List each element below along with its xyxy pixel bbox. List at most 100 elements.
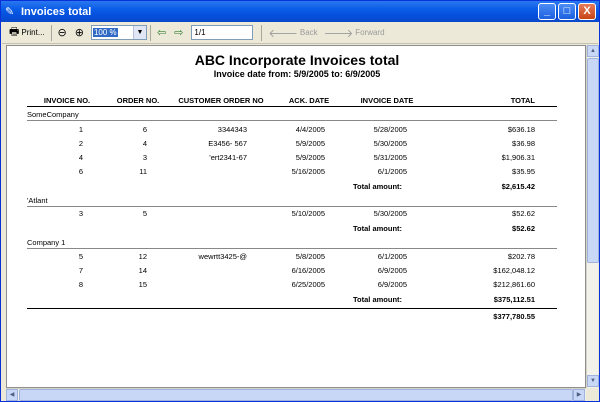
scroll-up-icon[interactable]: ▲ (587, 45, 599, 57)
invoice-date: 6/9/2005 (377, 280, 407, 289)
invoice-no: 5 (78, 252, 83, 261)
ack-date: 6/16/2005 (291, 266, 325, 275)
group-rule (27, 248, 557, 249)
zoom-select[interactable]: 100 % ▼ (90, 25, 147, 40)
toolbar: 🖶 Print... ⊖ ⊕ 100 % ▼ ⇦ ⇨ 1/1 🡐 Back 🡒 … (2, 22, 598, 44)
page-prev-icon: ⇦ (156, 27, 167, 39)
zoom-value: 100 % (92, 28, 118, 37)
maximize-button[interactable]: □ (558, 3, 576, 20)
ack-date: 5/9/2005 (295, 139, 325, 148)
total: $1,906.31 (501, 153, 535, 162)
invoice-date: 5/30/2005 (373, 209, 407, 218)
invoice-date: 6/1/2005 (377, 167, 407, 176)
total: $162,048.12 (493, 266, 535, 275)
invoice-date: 6/9/2005 (377, 266, 407, 275)
zoom-out-button[interactable]: ⊖ (55, 24, 72, 42)
group-total: $375,112.51 (493, 295, 535, 304)
column-header-total: TOTAL (510, 96, 535, 105)
header-rule (27, 106, 557, 107)
ack-date: 4/4/2005 (295, 125, 325, 134)
horizontal-scroll-thumb[interactable] (19, 389, 573, 401)
back-label: Back (299, 28, 318, 37)
forward-arrow-icon: 🡒 (323, 27, 354, 40)
back-arrow-icon: 🡐 (268, 27, 298, 40)
column-header-ack-date: ACK. DATE (288, 96, 330, 105)
customer-order-no: 'ert2341-67 (209, 153, 247, 162)
order-no: 14 (138, 266, 147, 275)
customer-order-no: wewrtt3425-@ (198, 252, 247, 261)
invoice-no: 6 (78, 167, 83, 176)
invoice-no: 4 (78, 153, 83, 162)
column-header-invoice-no: INVOICE NO. (43, 96, 91, 105)
invoice-date: 5/31/2005 (373, 153, 407, 162)
group-name: 'Atlant (27, 196, 48, 205)
order-no: 15 (138, 280, 147, 289)
invoice-no: 3 (78, 209, 83, 218)
total: $52.62 (512, 209, 535, 218)
scroll-down-icon[interactable]: ▼ (587, 375, 599, 387)
minimize-button[interactable]: _ (538, 3, 556, 20)
grand-total: $377,780.55 (493, 312, 535, 321)
ack-date: 5/9/2005 (295, 153, 325, 162)
grand-total-rule (27, 308, 557, 309)
group-total: $2,615.42 (501, 182, 535, 191)
zoom-in-button[interactable]: ⊕ (72, 24, 89, 42)
total: $202.78 (507, 252, 535, 261)
resize-grip[interactable] (586, 388, 598, 400)
group-name: SomeCompany (27, 110, 79, 119)
toolbar-separator (261, 24, 263, 41)
group-rule (27, 120, 557, 121)
group-total: $52.62 (512, 224, 535, 233)
zoom-out-icon: ⊖ (57, 27, 67, 39)
group-total-label: Total amount: (353, 182, 403, 191)
order-no: 11 (139, 167, 147, 176)
invoice-date: 5/28/2005 (373, 125, 407, 134)
next-page-button[interactable]: ⇨ (171, 24, 188, 42)
vertical-scrollbar[interactable]: ▲ ▼ (586, 45, 599, 388)
group-name: Company 1 (27, 238, 66, 247)
scroll-left-icon[interactable]: ◀ (6, 389, 18, 401)
total: $36.98 (512, 139, 535, 148)
zoom-in-icon: ⊕ (74, 27, 84, 39)
forward-label: Forward (355, 28, 385, 37)
column-header-order-no: ORDER NO. (116, 96, 160, 105)
customer-order-no: 3344343 (217, 125, 247, 134)
printer-icon: 🖶 (9, 26, 20, 38)
total: $35.95 (512, 167, 535, 176)
report-title: ABC Incorporate Invoices total (194, 52, 400, 68)
page-next-icon: ⇨ (174, 27, 184, 39)
horizontal-scrollbar[interactable]: ◀ ▶ (6, 388, 586, 401)
report-window: ✎ Invoices total _ □ X 🖶 Print... ⊖ ⊕ 10… (0, 0, 600, 402)
scroll-right-icon[interactable]: ▶ (573, 389, 585, 401)
invoice-no: 8 (78, 280, 83, 289)
chevron-down-icon[interactable]: ▼ (132, 26, 146, 39)
print-button[interactable]: 🖶 Print... (6, 24, 48, 42)
order-no: 3 (142, 153, 147, 162)
vertical-scroll-thumb[interactable] (587, 58, 599, 263)
previous-page-button[interactable]: ⇦ (154, 24, 171, 42)
print-label: Print... (21, 28, 45, 37)
ack-date: 5/16/2005 (291, 167, 325, 176)
report-preview[interactable]: ABC Incorporate Invoices total Invoice d… (6, 45, 586, 388)
ack-date: 6/25/2005 (291, 280, 325, 289)
toolbar-separator (50, 24, 52, 41)
page-number-field[interactable]: 1/1 (191, 25, 254, 40)
forward-button[interactable]: 🡒 Forward (321, 24, 388, 42)
ack-date: 5/10/2005 (291, 209, 325, 218)
back-button[interactable]: 🡐 Back (265, 24, 320, 42)
invoice-no: 1 (78, 125, 83, 134)
order-no: 12 (138, 252, 147, 261)
report-icon: ✎ (5, 5, 15, 18)
column-header-customer-order-no: CUSTOMER ORDER NO (178, 96, 264, 105)
order-no: 6 (142, 125, 147, 134)
window-title: Invoices total (21, 5, 92, 18)
close-button[interactable]: X (578, 3, 596, 20)
invoice-no: 2 (78, 139, 83, 148)
column-header-invoice-date: INVOICE DATE (360, 96, 414, 105)
title-bar[interactable]: ✎ Invoices total _ □ X (1, 1, 599, 22)
order-no: 5 (142, 209, 147, 218)
ack-date: 5/8/2005 (295, 252, 325, 261)
toolbar-separator (149, 24, 151, 41)
group-total-label: Total amount: (353, 224, 403, 233)
group-total-label: Total amount: (353, 295, 403, 304)
